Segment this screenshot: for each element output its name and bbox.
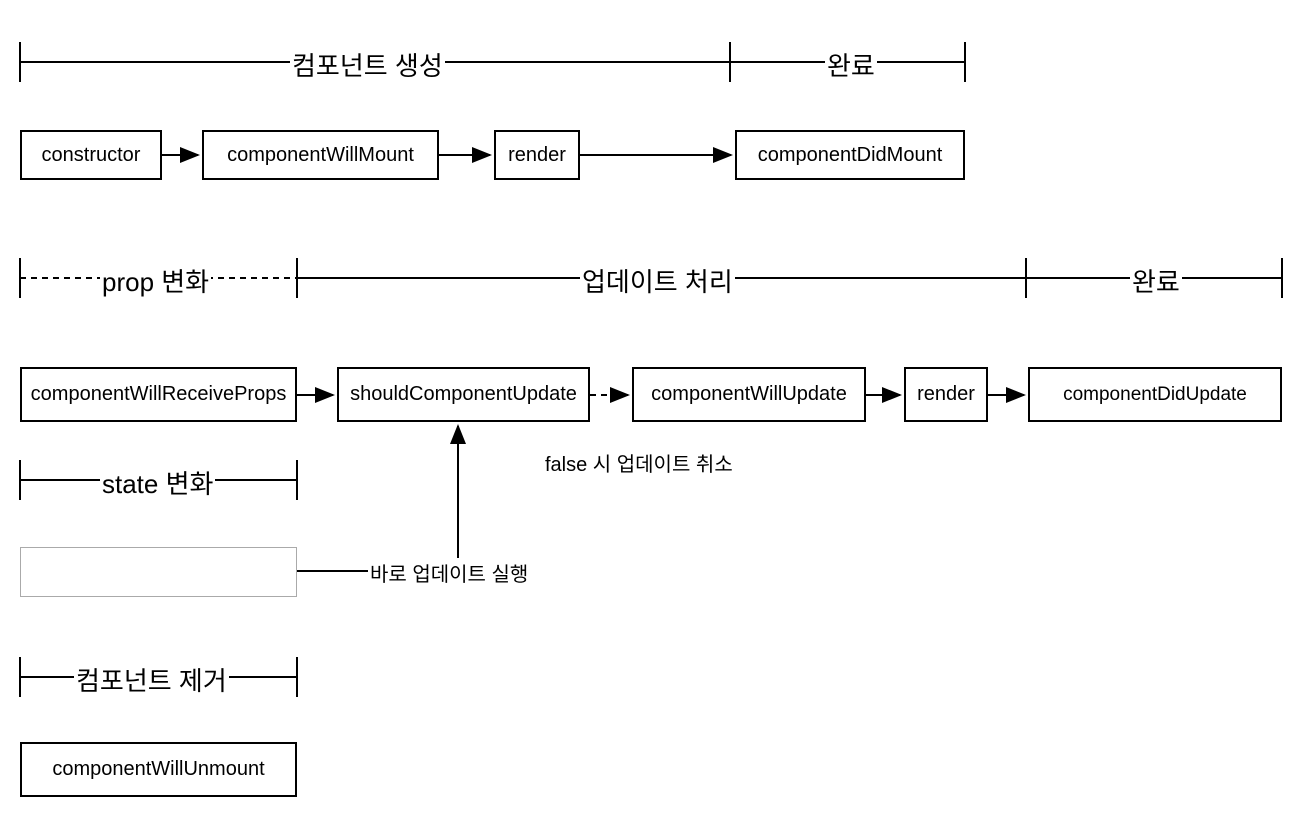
box-component-will-unmount: componentWillUnmount xyxy=(20,742,297,797)
section-label-state-change: state 변화 xyxy=(100,464,215,501)
section-label-done2: 완료 xyxy=(1130,262,1182,299)
box-state-change-placeholder xyxy=(20,547,297,597)
box-component-will-receive-props: componentWillReceiveProps xyxy=(20,367,297,422)
label-immediate-update: 바로 업데이트 실행 xyxy=(368,558,530,587)
section-label-creation: 컴포넌트 생성 xyxy=(290,46,445,83)
box-component-will-mount: componentWillMount xyxy=(202,130,439,180)
section-label-prop-change: prop 변화 xyxy=(100,262,211,299)
box-render-2: render xyxy=(904,367,988,422)
box-render-1: render xyxy=(494,130,580,180)
label-false-cancel: false 시 업데이트 취소 xyxy=(545,448,733,477)
box-component-will-update: componentWillUpdate xyxy=(632,367,866,422)
box-should-component-update: shouldComponentUpdate xyxy=(337,367,590,422)
box-component-did-mount: componentDidMount xyxy=(735,130,965,180)
section-label-update-process: 업데이트 처리 xyxy=(580,262,735,299)
section-label-removal: 컴포넌트 제거 xyxy=(74,661,229,698)
section-label-done1: 완료 xyxy=(825,46,877,83)
box-constructor: constructor xyxy=(20,130,162,180)
box-component-did-update: componentDidUpdate xyxy=(1028,367,1282,422)
